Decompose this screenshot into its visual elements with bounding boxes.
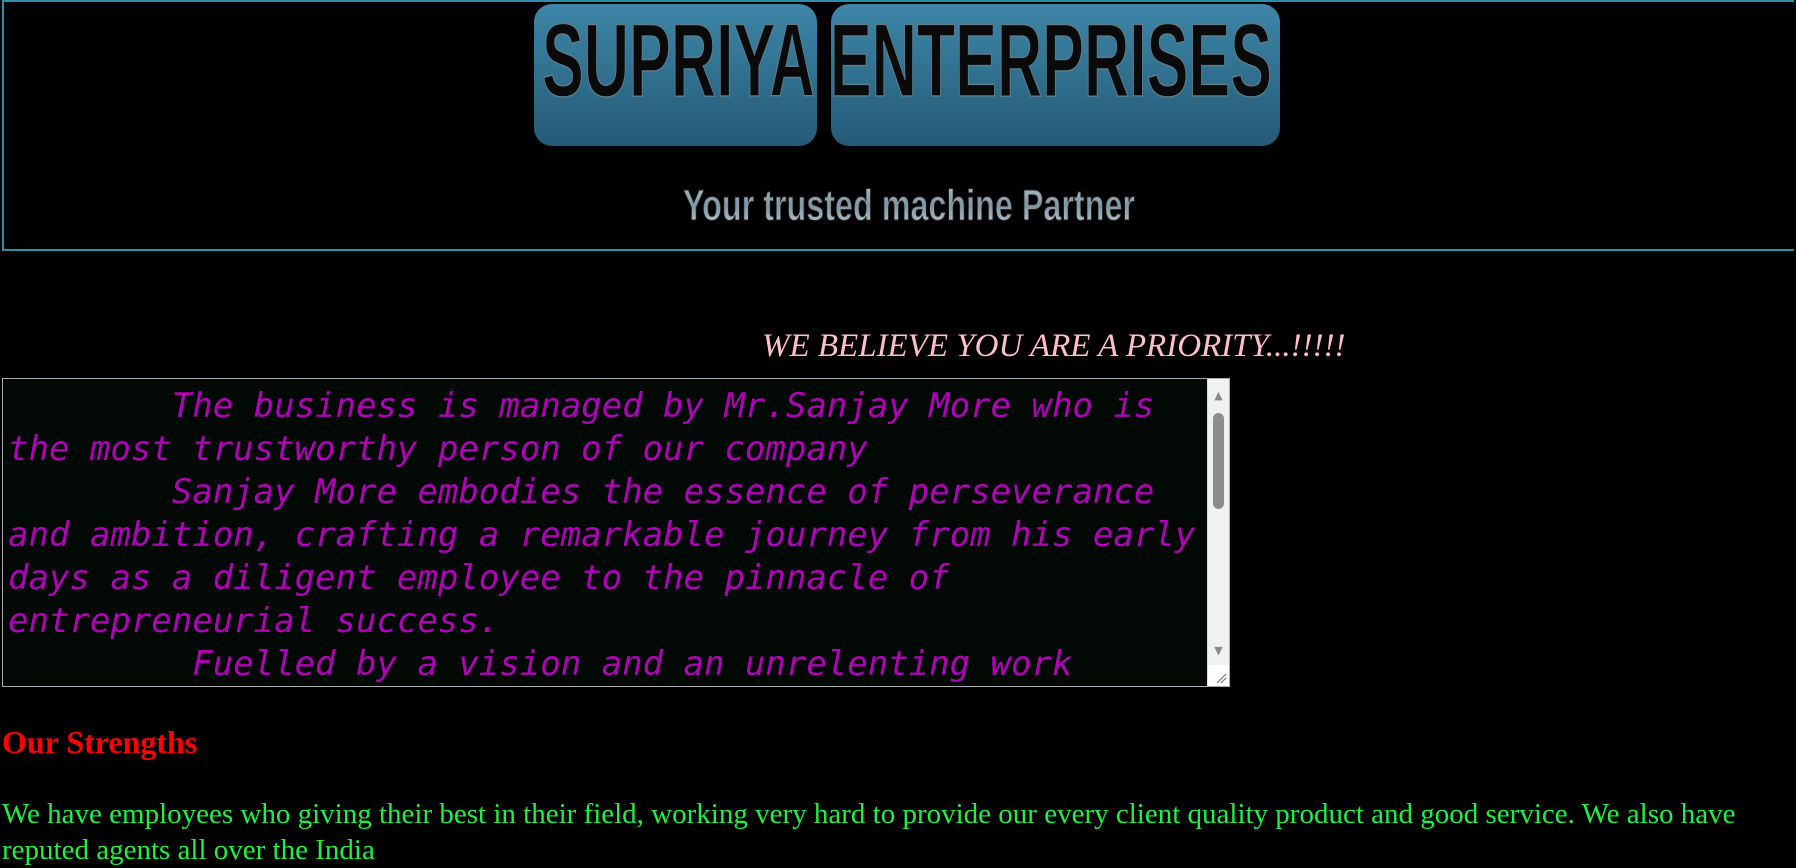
- priority-banner: WE BELIEVE YOU ARE A PRIORITY...!!!!!: [762, 328, 1346, 364]
- tagline-graphic: Your trusted machine Partner: [680, 174, 1138, 231]
- scroll-down-arrow-icon[interactable]: ▼: [1208, 640, 1229, 660]
- brand-logo-graphic: SUPRIYA ENTERPRISES: [534, 4, 1280, 146]
- brand-logo-text: SUPRIYA ENTERPRISES: [542, 4, 1272, 119]
- header-banner: SUPRIYA ENTERPRISES Your trusted machine…: [2, 0, 1794, 251]
- scroll-up-arrow-icon[interactable]: ▲: [1208, 385, 1229, 405]
- strengths-heading: Our Strengths: [2, 724, 198, 760]
- strengths-paragraph: We have employees who giving their best …: [2, 798, 1736, 866]
- brand-logo-title: SUPRIYA ENTERPRISES: [534, 4, 1280, 146]
- scrollbar[interactable]: ▲ ▼: [1207, 379, 1229, 686]
- scrollbar-thumb[interactable]: [1213, 413, 1224, 509]
- about-text: The business is managed by Mr.Sanjay Mor…: [8, 386, 1196, 684]
- resize-grip-icon[interactable]: [1208, 665, 1229, 686]
- about-textarea[interactable]: The business is managed by Mr.Sanjay Mor…: [2, 378, 1230, 687]
- tagline-text: Your trusted machine Partner: [683, 181, 1135, 230]
